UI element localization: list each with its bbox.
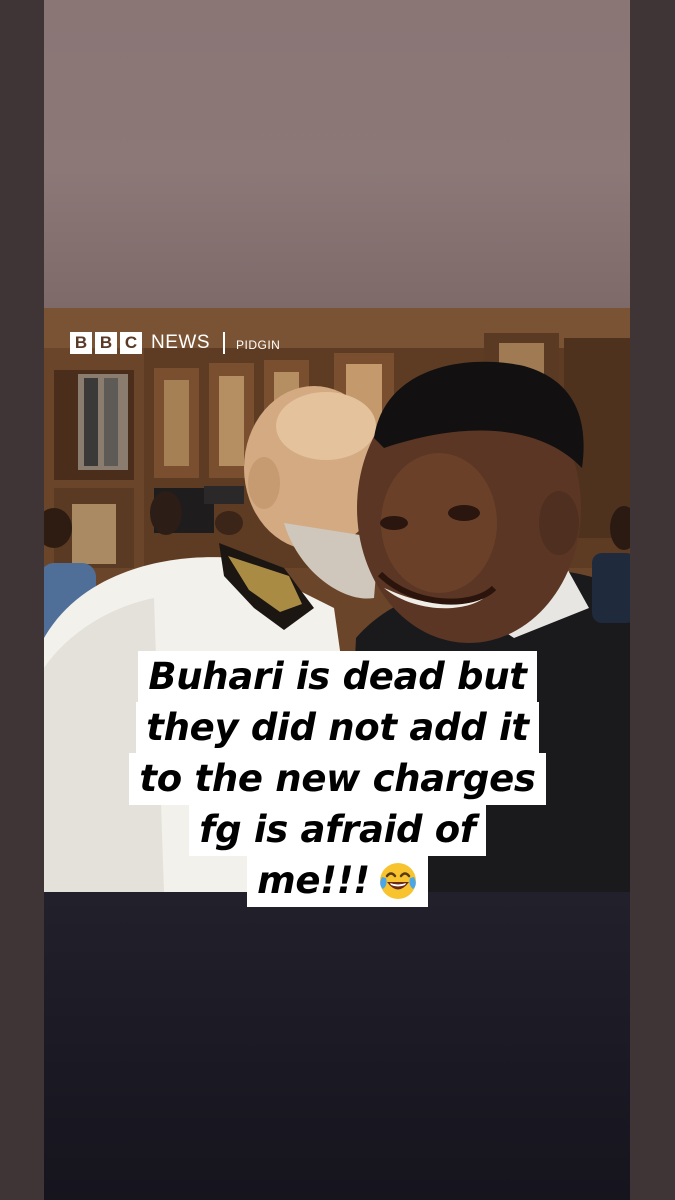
tears-of-joy-emoji-icon — [378, 861, 418, 915]
meme-caption: Buhari is dead but they did not add it t… — [0, 651, 675, 907]
caption-line-last: me!!! — [247, 855, 428, 907]
bbc-letter-block: C — [120, 332, 142, 354]
story-frame: B B C NEWS PIDGIN — [44, 0, 630, 1200]
logo-separator — [223, 332, 225, 354]
caption-line: to the new charges — [129, 753, 546, 805]
bottom-background-band — [44, 892, 630, 1200]
bbc-letter-block: B — [95, 332, 117, 354]
top-background-band — [44, 0, 630, 308]
caption-line: Buhari is dead but — [138, 651, 537, 703]
bbc-news-text: NEWS — [151, 332, 210, 353]
caption-line-text: me!!! — [257, 859, 370, 902]
bbc-letter-block: B — [70, 332, 92, 354]
caption-line: fg is afraid of — [189, 804, 486, 856]
bbc-pidgin-text: PIDGIN — [236, 338, 281, 352]
caption-line: they did not add it — [136, 702, 539, 754]
bbc-news-pidgin-logo: B B C NEWS PIDGIN — [70, 332, 280, 354]
